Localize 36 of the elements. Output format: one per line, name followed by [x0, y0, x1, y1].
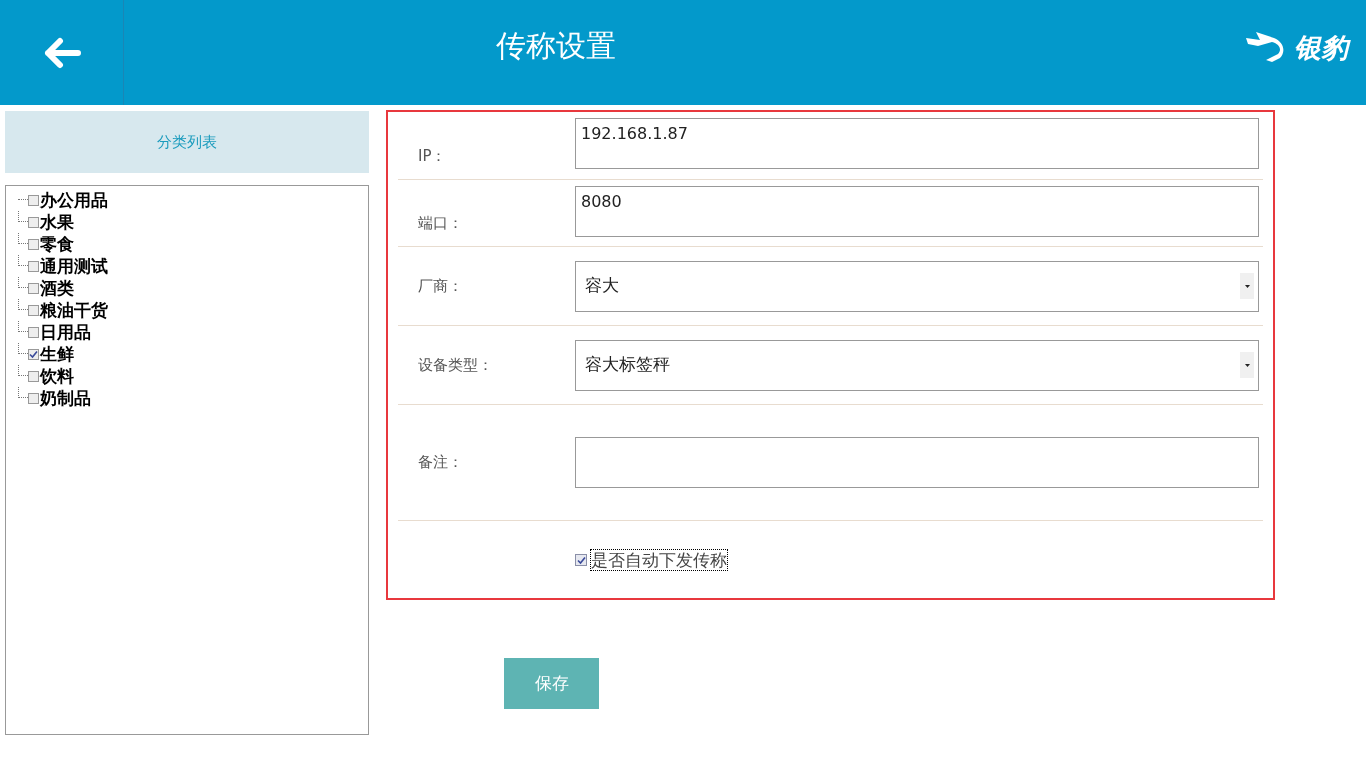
checkbox[interactable]	[28, 194, 39, 206]
field-label: 厂商：	[417, 275, 464, 297]
dropdown-caret-icon	[1244, 284, 1250, 288]
dropdown[interactable]: 容大标签秤	[575, 339, 1259, 391]
category-label[interactable]: 通用测试	[40, 256, 108, 276]
checkbox[interactable]	[28, 392, 39, 404]
category-label[interactable]: 饮料	[40, 366, 74, 386]
dropdown-caret-icon	[1244, 363, 1250, 367]
checkbox[interactable]	[28, 370, 39, 382]
field-label: 端口：	[417, 212, 464, 234]
category-label[interactable]: 水果	[40, 212, 74, 232]
category-label[interactable]: 零食	[40, 234, 74, 254]
field-label: IP：	[417, 145, 448, 167]
checkbox[interactable]	[28, 260, 39, 272]
checkbox-label[interactable]: 是否自动下发传称	[590, 549, 728, 571]
input-field[interactable]	[575, 437, 1259, 488]
checkbox[interactable]	[28, 348, 39, 360]
dropdown[interactable]: 容大	[575, 260, 1259, 312]
category-label[interactable]: 生鲜	[40, 344, 74, 364]
page-title: 传称设置	[496, 27, 616, 65]
checkbox[interactable]	[28, 326, 39, 338]
category-label[interactable]: 日用品	[40, 322, 91, 342]
input-field[interactable]: 192.168.1.87	[575, 118, 1259, 169]
checkbox[interactable]	[28, 238, 39, 250]
category-label[interactable]: 粮油干货	[40, 300, 108, 320]
category-label[interactable]: 酒类	[40, 278, 74, 298]
category-list-header: 分类列表	[5, 111, 369, 173]
field-label: 备注：	[417, 452, 464, 474]
input-field[interactable]: 8080	[575, 186, 1259, 237]
checkbox[interactable]	[28, 216, 39, 228]
category-label[interactable]: 办公用品	[40, 190, 108, 210]
checkbox[interactable]	[575, 554, 587, 566]
category-label[interactable]: 奶制品	[40, 388, 91, 408]
checkbox[interactable]	[28, 304, 39, 316]
field-label: 设备类型：	[417, 354, 494, 376]
checkbox[interactable]	[28, 282, 39, 294]
